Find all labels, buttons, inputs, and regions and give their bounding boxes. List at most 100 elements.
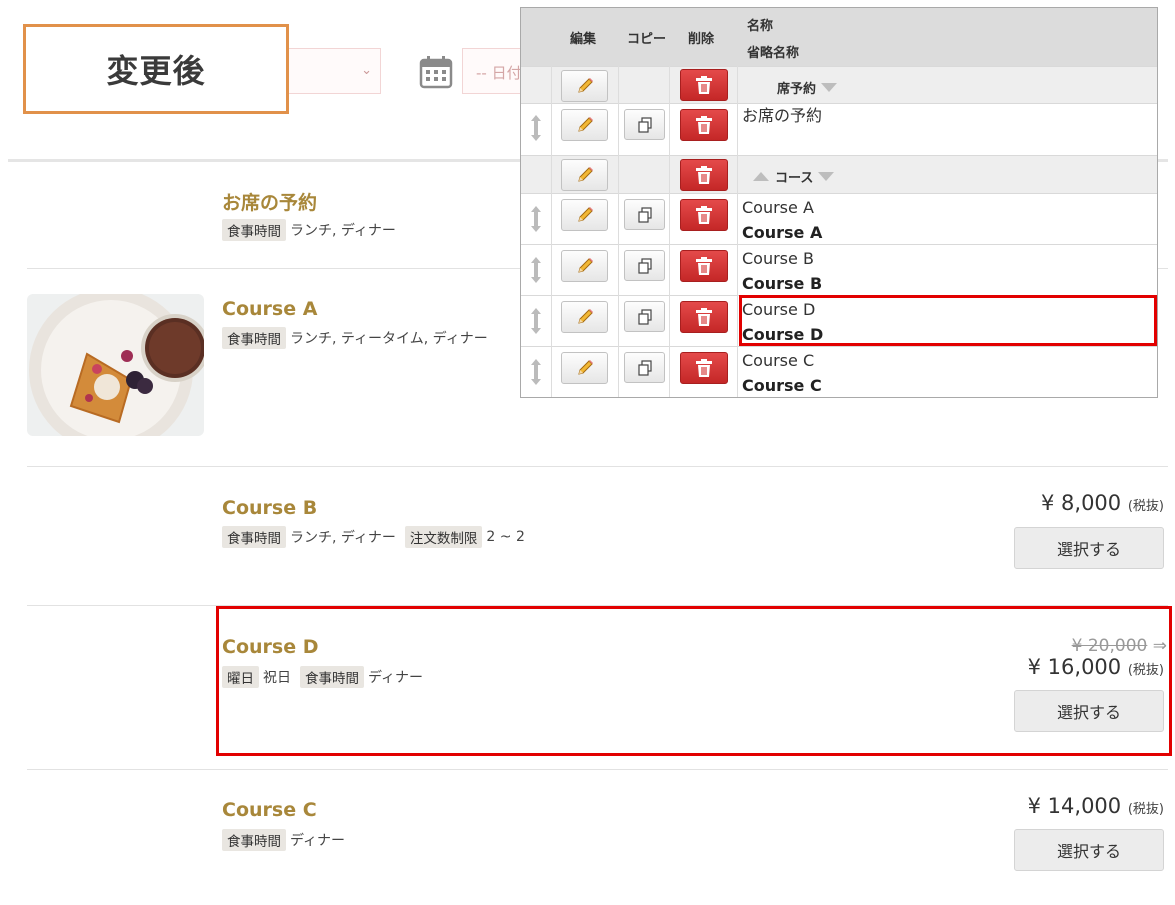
row-divider <box>27 466 1168 467</box>
edit-button[interactable] <box>561 301 608 333</box>
calendar-icon[interactable] <box>419 55 453 89</box>
date-input[interactable]: -- 日付 <box>462 48 522 94</box>
category-row: コース <box>521 155 1157 193</box>
meta-value: ランチ, ティータイム, ディナー <box>290 331 488 347</box>
meta-value: ランチ, ディナー <box>290 530 396 546</box>
header-copy: コピー <box>627 32 667 47</box>
move-down-icon[interactable] <box>821 83 838 92</box>
pencil-icon <box>577 309 593 324</box>
header-delete: 削除 <box>688 32 715 47</box>
select-course-button[interactable]: 選択する <box>1014 829 1164 871</box>
item-short-name: Course B <box>742 274 823 293</box>
header-edit: 編集 <box>570 32 597 47</box>
row-divider <box>27 769 1168 770</box>
meta-tag: 注文数制限 <box>404 526 483 548</box>
edit-button[interactable] <box>561 250 608 282</box>
edit-button[interactable] <box>561 352 608 384</box>
item-name: Course C Course C <box>742 348 822 397</box>
item-name: Course B Course B <box>742 246 822 296</box>
move-down-icon[interactable] <box>818 172 835 181</box>
item-row: お席の予約 <box>521 103 1157 155</box>
pencil-icon <box>577 258 593 273</box>
course-meta: 食事時間 ディナー <box>222 829 354 851</box>
delete-button[interactable] <box>680 159 728 191</box>
drag-handle-icon[interactable] <box>529 256 543 284</box>
trash-icon <box>696 257 712 275</box>
highlight-box <box>739 295 1157 346</box>
course-meta: 食事時間 ランチ, ディナー 注文数制限 2 ~ 2 <box>222 526 534 548</box>
course-title[interactable]: お席の予約 <box>222 188 317 215</box>
item-name-text: Course C <box>742 351 815 370</box>
meta-tag: 食事時間 <box>222 526 286 548</box>
drag-handle-icon[interactable] <box>529 307 543 335</box>
copy-icon <box>637 359 652 376</box>
drag-handle-icon[interactable] <box>529 205 543 233</box>
tax-note: (税抜) <box>1127 802 1164 817</box>
delete-button[interactable] <box>680 352 728 384</box>
course-meta: 食事時間 ランチ, ディナー <box>222 219 405 241</box>
header-name: 名称 <box>747 19 774 34</box>
delete-button[interactable] <box>680 199 728 231</box>
copy-button[interactable] <box>624 199 665 230</box>
item-name-text: Course B <box>742 249 814 268</box>
pencil-icon <box>577 360 593 375</box>
admin-course-table: 編集 コピー 削除 名称 省略名称 席予約 お席の予約 コース Course A… <box>520 7 1158 398</box>
table-header: 編集 コピー 削除 名称 省略名称 <box>521 8 1157 66</box>
edit-button[interactable] <box>561 109 608 141</box>
delete-button[interactable] <box>680 109 728 141</box>
highlight-box <box>216 606 1172 756</box>
meta-value: ディナー <box>290 833 346 849</box>
select-course-button[interactable]: 選択する <box>1014 527 1164 569</box>
item-name: Course A Course A <box>742 195 822 245</box>
delete-button[interactable] <box>680 301 728 333</box>
course-meta: 食事時間 ランチ, ティータイム, ディナー <box>222 327 497 349</box>
category-label: 席予約 <box>777 78 838 97</box>
category-row: 席予約 <box>521 66 1157 103</box>
meta-tag: 食事時間 <box>222 327 286 349</box>
pencil-icon <box>577 117 593 132</box>
category-name: コース <box>775 171 814 186</box>
edit-button[interactable] <box>561 159 608 191</box>
item-row: Course C Course C <box>521 346 1157 397</box>
column-divider <box>737 66 738 397</box>
tax-note: (税抜) <box>1127 499 1164 514</box>
item-name-text: お席の予約 <box>742 106 823 125</box>
drag-handle-icon[interactable] <box>529 114 543 142</box>
meta-tag: 食事時間 <box>222 219 286 241</box>
course-title[interactable]: Course B <box>222 497 317 519</box>
item-short-name: Course A <box>742 223 823 242</box>
copy-button[interactable] <box>624 109 665 140</box>
course-a-photo[interactable] <box>27 294 204 436</box>
delete-button[interactable] <box>680 69 728 101</box>
edit-button[interactable] <box>561 199 608 231</box>
item-row: Course A Course A <box>521 193 1157 244</box>
after-label: 変更後 <box>23 24 289 114</box>
edit-button[interactable] <box>561 70 608 102</box>
trash-icon <box>696 359 712 377</box>
pencil-icon <box>577 78 593 93</box>
course-title[interactable]: Course C <box>222 799 317 821</box>
pencil-icon <box>577 167 593 182</box>
column-divider <box>669 66 670 397</box>
drag-handle-icon[interactable] <box>529 358 543 386</box>
delete-button[interactable] <box>680 250 728 282</box>
move-up-icon[interactable] <box>753 172 769 181</box>
copy-icon <box>637 308 652 325</box>
trash-icon <box>696 76 712 94</box>
copy-button[interactable] <box>624 250 665 281</box>
item-row: Course B Course B <box>521 244 1157 295</box>
copy-button[interactable] <box>624 301 665 332</box>
course-title[interactable]: Course A <box>222 298 317 320</box>
item-short-name: Course C <box>742 376 822 395</box>
copy-button[interactable] <box>624 352 665 383</box>
column-divider <box>618 66 619 397</box>
filter-select[interactable]: ⌄ <box>289 48 381 94</box>
category-name: 席予約 <box>777 82 817 97</box>
pencil-icon <box>577 207 593 222</box>
price-value: ¥ 8,000 <box>1041 491 1122 515</box>
course-price: ¥ 14,000 (税抜) <box>1028 794 1164 818</box>
course-price: ¥ 8,000 (税抜) <box>1041 491 1164 515</box>
meta-value: 2 ~ 2 <box>486 529 525 545</box>
trash-icon <box>696 116 712 134</box>
trash-icon <box>696 308 712 326</box>
